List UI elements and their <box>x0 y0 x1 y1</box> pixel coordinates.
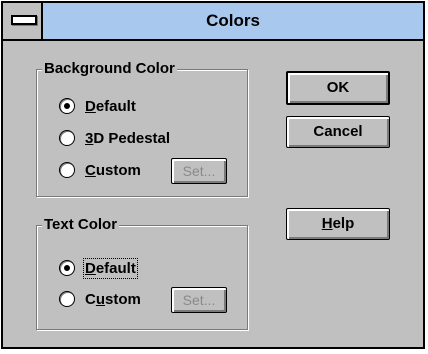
help-label-rest: elp <box>332 215 355 232</box>
text-default-radio-button[interactable] <box>59 260 75 276</box>
system-menu-icon <box>11 15 37 25</box>
text-set-button[interactable]: Set... <box>171 287 227 313</box>
bg-custom-radio-button[interactable] <box>59 162 75 178</box>
title-bar: Colors <box>3 3 423 41</box>
bg-3d-pedestal-radio-button[interactable] <box>59 130 75 146</box>
text-custom-label: Custom <box>85 290 141 308</box>
system-menu-button[interactable] <box>3 3 43 39</box>
bg-set-button[interactable]: Set... <box>171 158 227 184</box>
bg-custom-label: Custom <box>85 161 141 179</box>
help-button[interactable]: Help <box>286 208 390 240</box>
ok-button[interactable]: OK <box>286 71 390 105</box>
text-radio-custom[interactable]: Custom <box>59 288 141 310</box>
bg-radio-default[interactable]: Default <box>59 95 136 117</box>
colors-dialog: Colors Background Color Default 3D Pedes… <box>1 1 425 349</box>
text-default-label: Default <box>83 257 138 279</box>
bg-default-radio-button[interactable] <box>59 98 75 114</box>
cancel-button[interactable]: Cancel <box>286 116 390 148</box>
bg-radio-3d-pedestal[interactable]: 3D Pedestal <box>59 127 170 149</box>
background-color-group-title: Background Color <box>42 59 177 79</box>
bg-3d-pedestal-label: 3D Pedestal <box>85 129 171 147</box>
text-color-group: Text Color Default Custom Set... <box>36 215 248 330</box>
bg-default-label: Default <box>85 97 136 115</box>
help-mnemonic: H <box>321 215 333 232</box>
background-color-group: Background Color Default 3D Pedestal Cus… <box>36 59 248 197</box>
text-color-group-title: Text Color <box>42 215 120 235</box>
text-custom-radio-button[interactable] <box>59 291 75 307</box>
text-radio-default[interactable]: Default <box>59 257 138 279</box>
bg-radio-custom[interactable]: Custom <box>59 159 141 181</box>
dialog-title: Colors <box>206 11 260 30</box>
